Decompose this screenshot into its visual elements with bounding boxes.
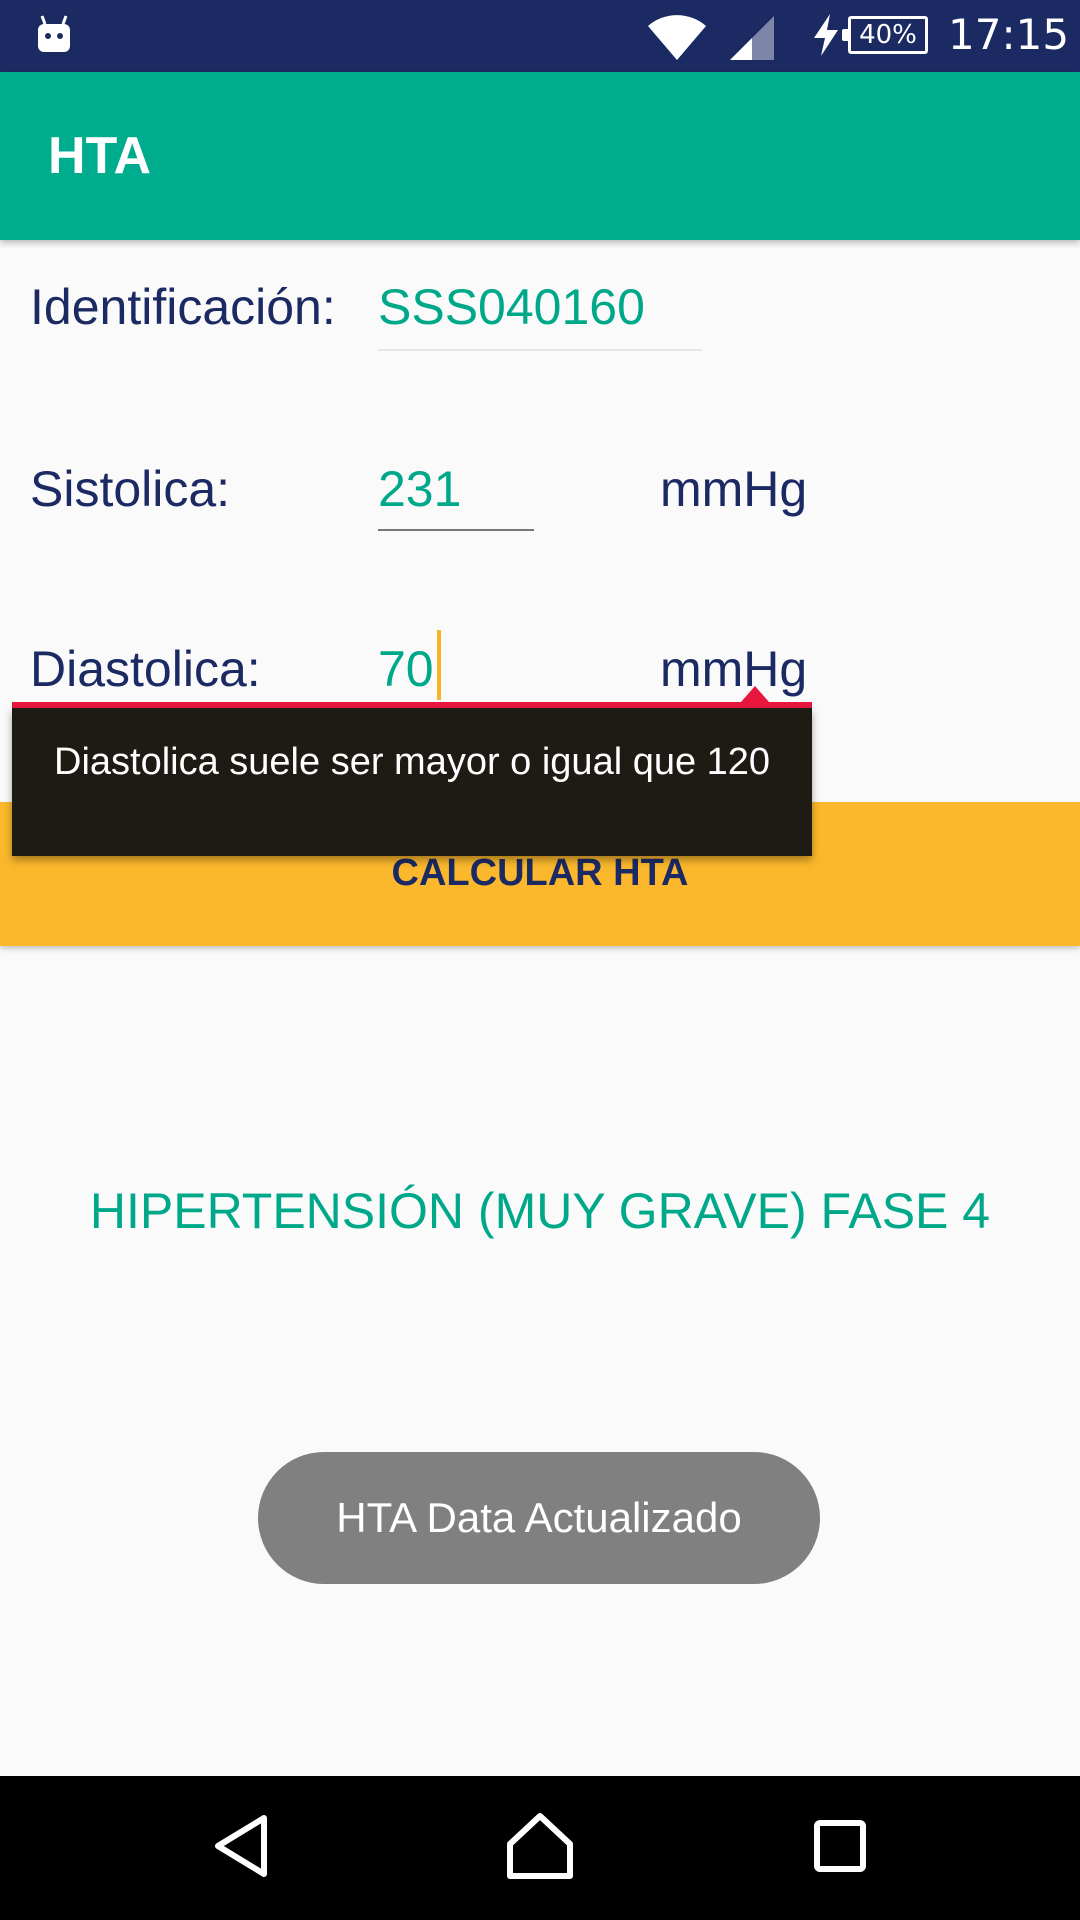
status-bar: 40% 17:15	[0, 0, 1080, 72]
recents-icon[interactable]	[800, 1806, 880, 1886]
android-icon	[38, 15, 70, 52]
toast-message: HTA Data Actualizado	[258, 1452, 820, 1584]
wifi-icon	[648, 15, 706, 60]
screen: 40% 17:15 HTA Identificación: SSS040160 …	[0, 0, 1080, 1920]
diastolic-label: Diastolica:	[30, 641, 261, 697]
navigation-bar	[0, 1776, 1080, 1920]
battery-icon: 40%	[842, 16, 928, 54]
battery-level: 40%	[859, 20, 917, 50]
app-title: HTA	[48, 127, 152, 185]
diastolic-unit: mmHg	[660, 641, 808, 697]
systolic-label: Sistolica:	[30, 461, 231, 517]
result-text: HIPERTENSIÓN (MUY GRAVE) FASE 4	[89, 1183, 991, 1239]
systolic-field[interactable]: 231	[378, 460, 461, 518]
diastolic-field[interactable]: 70	[378, 640, 434, 698]
error-tooltip: Diastolica suele ser mayor o igual que 1…	[12, 708, 812, 856]
charging-icon	[814, 14, 838, 56]
id-field-underline	[378, 349, 702, 351]
systolic-field-underline	[378, 529, 534, 531]
error-pointer	[741, 686, 769, 702]
text-cursor	[437, 630, 441, 700]
home-icon[interactable]	[500, 1806, 580, 1886]
id-label: Identificación:	[30, 279, 336, 335]
clock: 17:15	[948, 10, 1070, 59]
signal-icon	[730, 16, 774, 60]
calculate-hta-button-label: CALCULAR HTA	[391, 852, 689, 894]
back-icon[interactable]	[202, 1806, 282, 1886]
app-bar: HTA	[0, 72, 1080, 240]
systolic-unit: mmHg	[660, 461, 808, 517]
error-message: Diastolica suele ser mayor o igual que 1…	[54, 741, 771, 783]
id-field[interactable]: SSS040160	[378, 278, 645, 336]
